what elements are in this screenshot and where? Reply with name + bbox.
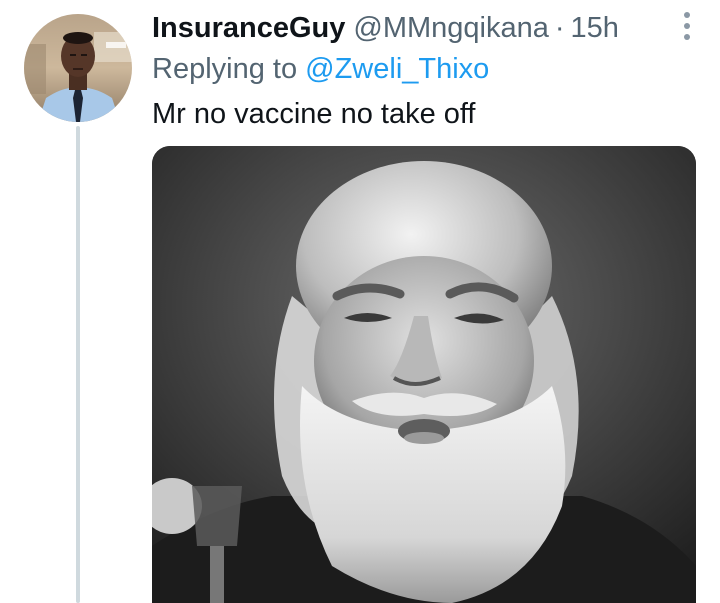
thread-line bbox=[76, 126, 80, 603]
avatar-image bbox=[24, 14, 132, 122]
photo-illustration bbox=[152, 146, 696, 603]
tweet-media-photo[interactable] bbox=[152, 146, 696, 603]
tweet-text: Mr no vaccine no take off bbox=[152, 98, 476, 130]
avatar[interactable] bbox=[24, 14, 132, 122]
reply-mention-link[interactable]: @Zweli_Thixo bbox=[305, 53, 489, 85]
tweet-header: InsuranceGuy @MMngqikana · 15h bbox=[152, 8, 619, 48]
timestamp[interactable]: 15h bbox=[571, 8, 619, 48]
display-name[interactable]: InsuranceGuy bbox=[152, 8, 345, 48]
more-options-icon[interactable] bbox=[682, 12, 692, 40]
user-handle[interactable]: @MMngqikana bbox=[353, 8, 548, 48]
separator-dot: · bbox=[554, 12, 565, 44]
replying-to: Replying to @Zweli_Thixo bbox=[152, 50, 489, 88]
tweet[interactable]: InsuranceGuy @MMngqikana · 15h Replying … bbox=[0, 0, 720, 603]
replying-prefix: Replying to bbox=[152, 53, 306, 85]
